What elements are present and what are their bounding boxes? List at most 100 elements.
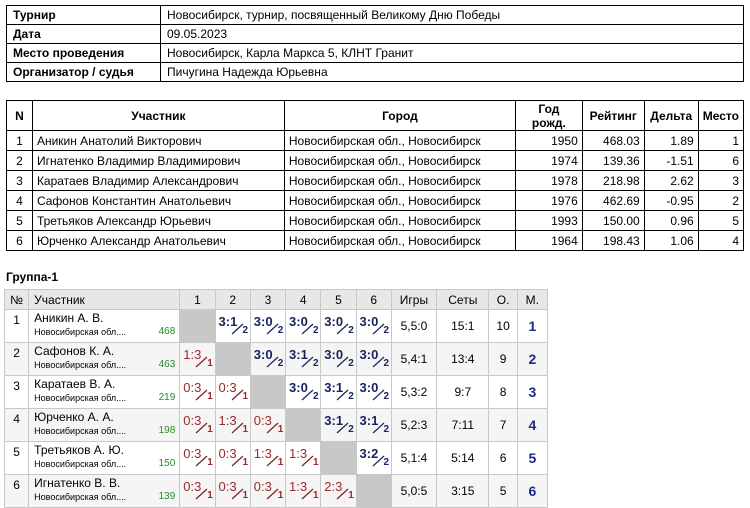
match-points: 2 xyxy=(383,325,390,336)
info-value: Пичугина Надежда Юрьевна xyxy=(160,62,744,82)
self-match-cell xyxy=(355,474,392,508)
group-player-rating: 219 xyxy=(158,392,176,403)
group-player-rating: 139 xyxy=(158,491,176,502)
match-points: 2 xyxy=(348,391,354,402)
player-place: 2 xyxy=(697,190,745,211)
group-row: 1 Аникин А. В. Новосибирская обл.... 468 3:1… xyxy=(3,309,549,343)
group-row: 3 Каратаев В. А. Новосибирская обл.... 219 0… xyxy=(3,375,549,409)
group-header-cell: О. xyxy=(488,289,518,310)
players-table: N Участник Город Год рожд. Рейтинг Дельт… xyxy=(6,100,745,251)
player-birth-year: 1978 xyxy=(514,170,583,191)
player-rating: 462.69 xyxy=(581,190,645,211)
player-birth-year: 1964 xyxy=(514,230,583,251)
group-place: 5 xyxy=(516,441,549,475)
player-row: 6 Юрченко Александр Анатольевич Новосибирс… xyxy=(6,230,745,251)
group-points: 5 xyxy=(488,474,518,508)
player-delta: 1.89 xyxy=(643,130,699,151)
group-header-cell: № xyxy=(3,289,30,310)
player-name: Юрченко Александр Анатольевич xyxy=(31,230,285,251)
match-result-cell: 3:0 2 xyxy=(320,342,357,376)
header-birth-year: Год рожд. xyxy=(514,100,583,131)
self-match-cell xyxy=(285,408,322,442)
header-rating: Рейтинг xyxy=(581,100,645,131)
match-points: 1 xyxy=(207,424,213,435)
player-name: Игнатенко Владимир Владимирович xyxy=(31,150,285,171)
match-result-cell: 3:1 2 xyxy=(320,408,357,442)
group-body: 1 Аникин А. В. Новосибирская обл.... 468 3:1… xyxy=(3,309,549,508)
match-points: 2 xyxy=(383,457,390,468)
group-player-name: Третьяков А. Ю. xyxy=(34,443,124,457)
group-player-cell: Игнатенко В. В. Новосибирская обл.... 139 xyxy=(28,474,181,508)
info-label: Место проведения xyxy=(6,43,161,63)
group-row-number: 1 xyxy=(3,309,30,343)
match-points: 1 xyxy=(242,490,249,501)
match-points: 2 xyxy=(383,358,390,369)
group-player-name: Аникин А. В. xyxy=(34,311,104,325)
group-row-number: 6 xyxy=(3,474,30,508)
group-row-number: 3 xyxy=(3,375,30,409)
group-player-city: Новосибирская обл.... xyxy=(34,459,127,469)
match-result-cell: 3:1 2 xyxy=(214,309,251,343)
player-row: 3 Каратаев Владимир Александрович Новосиби… xyxy=(6,170,745,191)
group-player-city: Новосибирская обл.... xyxy=(34,393,127,403)
player-number: 5 xyxy=(6,210,33,231)
match-points: 1 xyxy=(277,490,284,501)
match-points: 2 xyxy=(313,325,319,336)
header-city: Город xyxy=(283,100,516,131)
player-name: Аникин Анатолий Викторович xyxy=(31,130,285,151)
group-games: 5,1:4 xyxy=(390,441,438,475)
match-points: 2 xyxy=(348,424,354,435)
match-points: 1 xyxy=(277,424,284,435)
match-points: 1 xyxy=(313,490,319,501)
info-row: Турнир Новосибирск, турнир, посвященный … xyxy=(6,5,744,25)
group-sets: 5:14 xyxy=(436,441,490,475)
group-header-cell: 2 xyxy=(214,289,251,310)
match-points: 1 xyxy=(348,490,354,501)
player-city: Новосибирская обл., Новосибирск xyxy=(283,170,516,191)
self-match-cell xyxy=(249,375,287,409)
match-points: 1 xyxy=(207,391,213,402)
player-row: 4 Сафонов Константин Анатольевич Новосибир… xyxy=(6,190,745,211)
match-points: 2 xyxy=(383,424,390,435)
match-result-cell: 1:3 1 xyxy=(214,408,251,442)
group-row: 4 Юрченко А. А. Новосибирская обл.... 198 0:… xyxy=(3,408,549,442)
player-place: 3 xyxy=(697,170,745,191)
group-points: 7 xyxy=(488,408,518,442)
group-player-rating: 198 xyxy=(158,425,176,436)
group-header-cell: Сеты xyxy=(436,289,490,310)
player-name: Сафонов Константин Анатольевич xyxy=(31,190,285,211)
group-sets: 9:7 xyxy=(436,375,490,409)
round-robin-table: № Участник 1 2 3 4 5 6 Игры Сеты О. М. 1 Аникин А. В… xyxy=(3,289,549,508)
group-sets: 7:11 xyxy=(436,408,490,442)
group-player-name: Юрченко А. А. xyxy=(34,410,114,424)
group-place: 4 xyxy=(516,408,549,442)
group-row-number: 2 xyxy=(3,342,30,376)
match-result-cell: 0:3 1 xyxy=(249,408,287,442)
tournament-info-table: Турнир Новосибирск, турнир, посвященный … xyxy=(6,5,744,82)
player-row: 5 Третьяков Александр Юрьевич Новосибирска… xyxy=(6,210,745,231)
match-points: 2 xyxy=(383,391,390,402)
header-delta: Дельта xyxy=(643,100,699,131)
player-place: 6 xyxy=(697,150,745,171)
group-player-cell: Каратаев В. А. Новосибирская обл.... 219 xyxy=(28,375,181,409)
match-result-cell: 3:1 2 xyxy=(285,342,322,376)
player-rating: 218.98 xyxy=(581,170,645,191)
player-city: Новосибирская обл., Новосибирск xyxy=(283,210,516,231)
group-place: 1 xyxy=(516,309,549,343)
group-header-cell: Игры xyxy=(390,289,438,310)
group-header-cell: 5 xyxy=(320,289,357,310)
match-result-cell: 0:3 1 xyxy=(214,441,251,475)
group-header-row: № Участник 1 2 3 4 5 6 Игры Сеты О. М. xyxy=(3,289,549,310)
group-place: 3 xyxy=(516,375,549,409)
group-games: 5,0:5 xyxy=(390,474,438,508)
match-result-cell: 0:3 1 xyxy=(249,474,287,508)
match-points: 1 xyxy=(277,457,284,468)
player-row: 2 Игнатенко Владимир Владимирович Новосиби… xyxy=(6,150,745,171)
player-number: 2 xyxy=(6,150,33,171)
player-name: Третьяков Александр Юрьевич xyxy=(31,210,285,231)
group-player-name: Сафонов К. А. xyxy=(34,344,115,358)
group-row-number: 5 xyxy=(3,441,30,475)
match-points: 1 xyxy=(313,457,319,468)
info-label: Организатор / судья xyxy=(6,62,161,82)
match-result-cell: 0:3 1 xyxy=(214,375,251,409)
